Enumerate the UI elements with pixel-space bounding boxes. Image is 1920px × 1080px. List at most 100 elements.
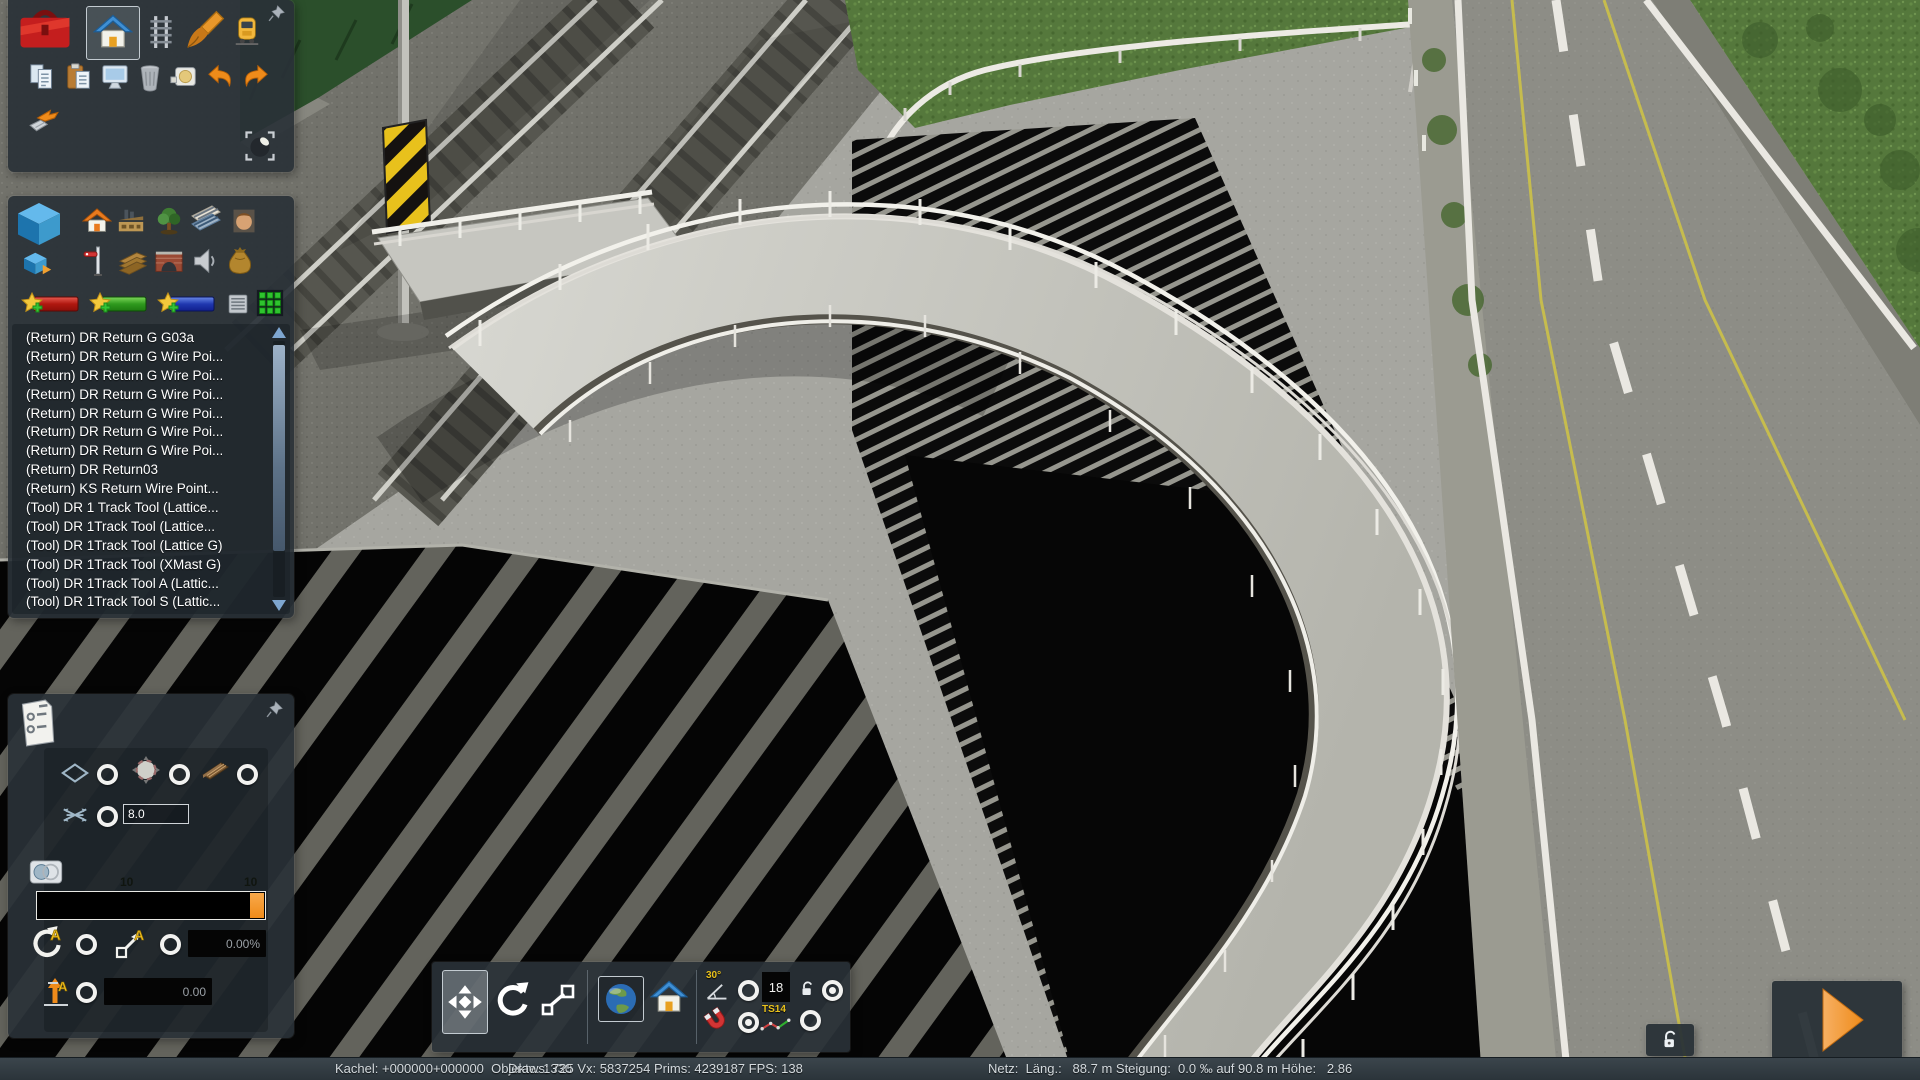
lock-mini-icon[interactable] [798, 978, 816, 1000]
scrollbar-thumb[interactable] [273, 345, 285, 551]
list-view-icon[interactable] [226, 291, 250, 317]
scale-icon[interactable] [540, 982, 576, 1018]
asset-list-items: (Return) DR Return G G03a(Return) DR Ret… [12, 324, 290, 612]
globe-button[interactable] [598, 976, 644, 1022]
app-window: (Return) DR Return G G03a(Return) DR Ret… [0, 0, 1920, 1080]
pin-icon[interactable] [266, 700, 284, 718]
diamond-mode-radio[interactable] [97, 764, 118, 785]
home-view-icon[interactable] [650, 978, 688, 1018]
list-item[interactable]: (Return) DR Return G G03a [12, 329, 290, 348]
lock-radio[interactable] [822, 980, 843, 1001]
grid-view-icon[interactable] [256, 289, 284, 317]
lamp-icon[interactable] [242, 128, 278, 164]
status-render-stats: Draws: 725 Vx: 5837254 Prims: 4239187 FP… [508, 1061, 803, 1076]
list-item[interactable]: (Tool) DR 1Track Tool (XMast G) [12, 556, 290, 575]
list-item[interactable]: (Return) DR Return03 [12, 461, 290, 480]
main-toolbar-panel [8, 0, 294, 172]
brush-icon[interactable] [182, 8, 226, 54]
figure-icon[interactable] [230, 206, 258, 236]
properties-panel: 10 10 A A 0.00% A 0.00 [8, 694, 294, 1038]
undo-icon[interactable] [206, 62, 236, 92]
toolbox-icon[interactable] [16, 2, 74, 58]
track-icon[interactable] [144, 12, 178, 52]
lock-box [1646, 1024, 1694, 1056]
sack-icon[interactable] [224, 242, 256, 278]
cube-small-icon[interactable] [24, 248, 54, 278]
tree-icon[interactable] [154, 204, 184, 236]
target-mode-radio[interactable] [169, 764, 190, 785]
play-icon[interactable] [1820, 987, 1866, 1053]
cross-mode-icon[interactable] [60, 800, 90, 830]
play-box [1772, 981, 1902, 1059]
screen-icon[interactable] [100, 62, 130, 92]
trash-icon[interactable] [136, 62, 164, 92]
cross-mode-radio[interactable] [97, 806, 118, 827]
scale-auto-icon[interactable]: A [114, 924, 150, 960]
snap-value-field[interactable]: 18 [762, 972, 790, 1002]
home-tool-button[interactable] [86, 6, 140, 60]
train-icon[interactable] [232, 8, 262, 52]
insert-icon[interactable] [24, 102, 64, 136]
factory-icon[interactable] [114, 206, 148, 236]
scroll-up-icon[interactable] [272, 327, 286, 338]
slider-handle[interactable] [250, 893, 264, 918]
bridge-icon[interactable] [154, 246, 184, 278]
list-item[interactable]: (Return) DR Return G Wire Poi... [12, 386, 290, 405]
raise-auto-icon[interactable]: A [38, 972, 74, 1010]
list-item[interactable]: (Tool) DR 1 Track Tool (Lattice... [12, 499, 290, 518]
unlock-icon[interactable] [1659, 1028, 1681, 1052]
list-item[interactable]: (Return) DR Return G Wire Poi... [12, 367, 290, 386]
house-icon[interactable] [82, 206, 112, 236]
asset-list: (Return) DR Return G G03a(Return) DR Ret… [12, 324, 290, 614]
properties-doc-icon[interactable] [14, 698, 60, 748]
favorite-red-icon[interactable] [20, 292, 80, 316]
pin-icon[interactable] [268, 4, 286, 22]
signal-icon[interactable] [82, 244, 114, 278]
list-item[interactable]: (Return) DR Return G Wire Poi... [12, 423, 290, 442]
scroll-down-icon[interactable] [272, 600, 286, 611]
gradient-field[interactable]: 0.00% [188, 930, 266, 957]
rotate-icon[interactable] [494, 980, 534, 1020]
bench-icon[interactable] [116, 248, 150, 278]
angle-icon[interactable] [704, 978, 730, 1002]
move-mode-button[interactable] [442, 970, 488, 1034]
diamond-mode-icon[interactable] [60, 758, 90, 788]
ts-radio[interactable] [800, 1010, 821, 1031]
list-item[interactable]: (Return) DR Return G Wire Poi... [12, 442, 290, 461]
height-field[interactable]: 0.00 [104, 978, 212, 1005]
move-icon [447, 984, 483, 1020]
density-slider[interactable] [36, 891, 266, 920]
favorite-blue-icon[interactable] [156, 292, 216, 316]
favorite-green-icon[interactable] [88, 292, 148, 316]
plank-mode-icon[interactable] [200, 754, 232, 786]
globe-icon [603, 981, 639, 1017]
list-item[interactable]: (Return) DR Return G Wire Poi... [12, 405, 290, 424]
list-item[interactable]: (Tool) DR 1Track Tool A (Lattic... [12, 575, 290, 594]
splines-icon[interactable] [188, 204, 224, 236]
toggle-icon[interactable] [28, 860, 64, 884]
paste-icon[interactable] [64, 62, 94, 92]
magnet-icon[interactable] [702, 1006, 732, 1036]
target-mode-icon[interactable] [130, 754, 162, 786]
speaker-icon[interactable] [190, 246, 220, 276]
list-item[interactable]: (Return) KS Return Wire Point... [12, 480, 290, 499]
copy-icon[interactable] [28, 62, 58, 92]
list-item[interactable]: (Tool) DR 1Track Tool (Lattice... [12, 518, 290, 537]
ts-graph-icon[interactable] [760, 1017, 792, 1032]
asset-list-scrollbar[interactable] [271, 327, 287, 611]
magnet-radio[interactable] [738, 1012, 759, 1033]
cube-3d-icon[interactable] [14, 200, 64, 248]
list-item[interactable]: (Return) DR Return G Wire Poi... [12, 348, 290, 367]
rotate-auto-icon[interactable]: A [28, 924, 66, 962]
measure-icon[interactable] [168, 62, 200, 92]
list-item[interactable]: (Tool) DR 1Track Tool S (Lattic... [12, 593, 290, 612]
raise-auto-radio[interactable] [76, 982, 97, 1003]
plank-mode-radio[interactable] [237, 764, 258, 785]
rotate-auto-radio[interactable] [76, 934, 97, 955]
scale-auto-radio[interactable] [160, 934, 181, 955]
list-item[interactable]: (Tool) DR 1Track Tool (Lattice G) [12, 537, 290, 556]
spacing-input[interactable] [123, 804, 189, 824]
svg-text:A: A [50, 928, 61, 944]
redo-icon[interactable] [240, 62, 270, 92]
angle-radio[interactable] [738, 980, 759, 1001]
